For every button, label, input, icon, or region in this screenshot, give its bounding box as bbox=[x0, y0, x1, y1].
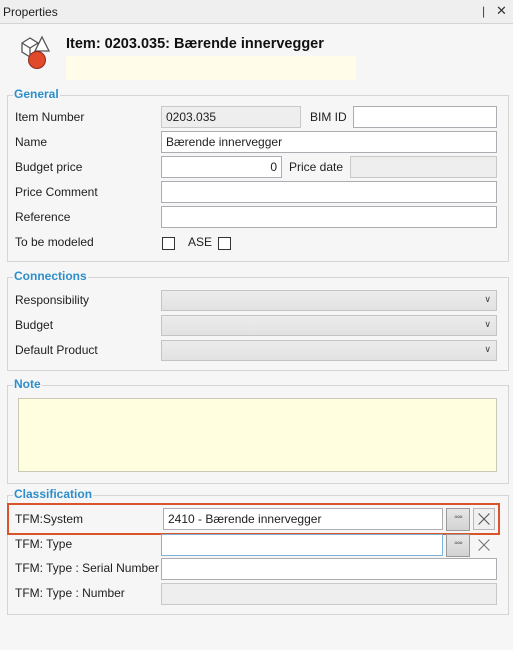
item-description-strip bbox=[66, 56, 356, 80]
ase-label: ASE bbox=[188, 235, 213, 249]
classification-title: Classification bbox=[13, 487, 94, 501]
budget-price-label: Budget price bbox=[15, 160, 83, 174]
budget-dropdown[interactable]: ∨ bbox=[161, 315, 497, 336]
note-textarea[interactable] bbox=[18, 398, 497, 472]
default-product-label: Default Product bbox=[15, 343, 98, 357]
connections-title: Connections bbox=[13, 269, 88, 283]
price-date-label: Price date bbox=[289, 160, 344, 174]
name-label: Name bbox=[15, 135, 48, 149]
tfm-number-field bbox=[161, 583, 497, 605]
properties-titlebar: Properties ❘ ✕ bbox=[0, 0, 513, 24]
bim-id-label: BIM ID bbox=[310, 110, 347, 124]
tfm-type-clear-icon[interactable] bbox=[473, 534, 495, 556]
chevron-down-icon: ∨ bbox=[484, 294, 491, 304]
tfm-number-label: TFM: Type : Number bbox=[15, 586, 125, 600]
reference-field[interactable] bbox=[161, 206, 497, 228]
budget-price-field[interactable]: 0 bbox=[161, 156, 282, 178]
bim-id-field[interactable] bbox=[353, 106, 497, 128]
to-be-modeled-label: To be modeled bbox=[15, 235, 94, 249]
tfm-serial-label: TFM: Type : Serial Number bbox=[15, 561, 159, 575]
tfm-type-field[interactable] bbox=[161, 534, 443, 556]
price-date-field bbox=[350, 156, 497, 178]
item-number-field: 0203.035 bbox=[161, 106, 301, 128]
chevron-down-icon: ∨ bbox=[484, 319, 491, 329]
tfm-system-highlight bbox=[7, 503, 500, 535]
tfm-type-label: TFM: Type bbox=[15, 537, 73, 551]
budget-label: Budget bbox=[15, 318, 54, 332]
panel-title: Properties bbox=[3, 5, 58, 19]
responsibility-label: Responsibility bbox=[15, 293, 90, 307]
name-field[interactable]: Bærende innervegger bbox=[161, 131, 497, 153]
chevron-down-icon: ∨ bbox=[484, 344, 491, 354]
item-number-label: Item Number bbox=[15, 110, 85, 124]
general-title: General bbox=[13, 87, 60, 101]
default-product-dropdown[interactable]: ∨ bbox=[161, 340, 497, 361]
price-comment-label: Price Comment bbox=[15, 185, 98, 199]
tfm-type-browse-button[interactable]: ◦◦◦ bbox=[446, 534, 470, 557]
close-icon[interactable]: ✕ bbox=[496, 3, 507, 19]
to-be-modeled-checkbox[interactable] bbox=[162, 237, 175, 250]
price-comment-field[interactable] bbox=[161, 181, 497, 203]
note-title: Note bbox=[13, 377, 42, 391]
tfm-serial-field[interactable] bbox=[161, 558, 497, 580]
pin-icon[interactable]: ❘ bbox=[479, 5, 488, 18]
ase-checkbox[interactable] bbox=[218, 237, 231, 250]
item-heading: Item: 0203.035: Bærende innervegger bbox=[66, 36, 324, 52]
item-shapes-icon bbox=[21, 35, 51, 69]
reference-label: Reference bbox=[15, 210, 71, 224]
responsibility-dropdown[interactable]: ∨ bbox=[161, 290, 497, 311]
